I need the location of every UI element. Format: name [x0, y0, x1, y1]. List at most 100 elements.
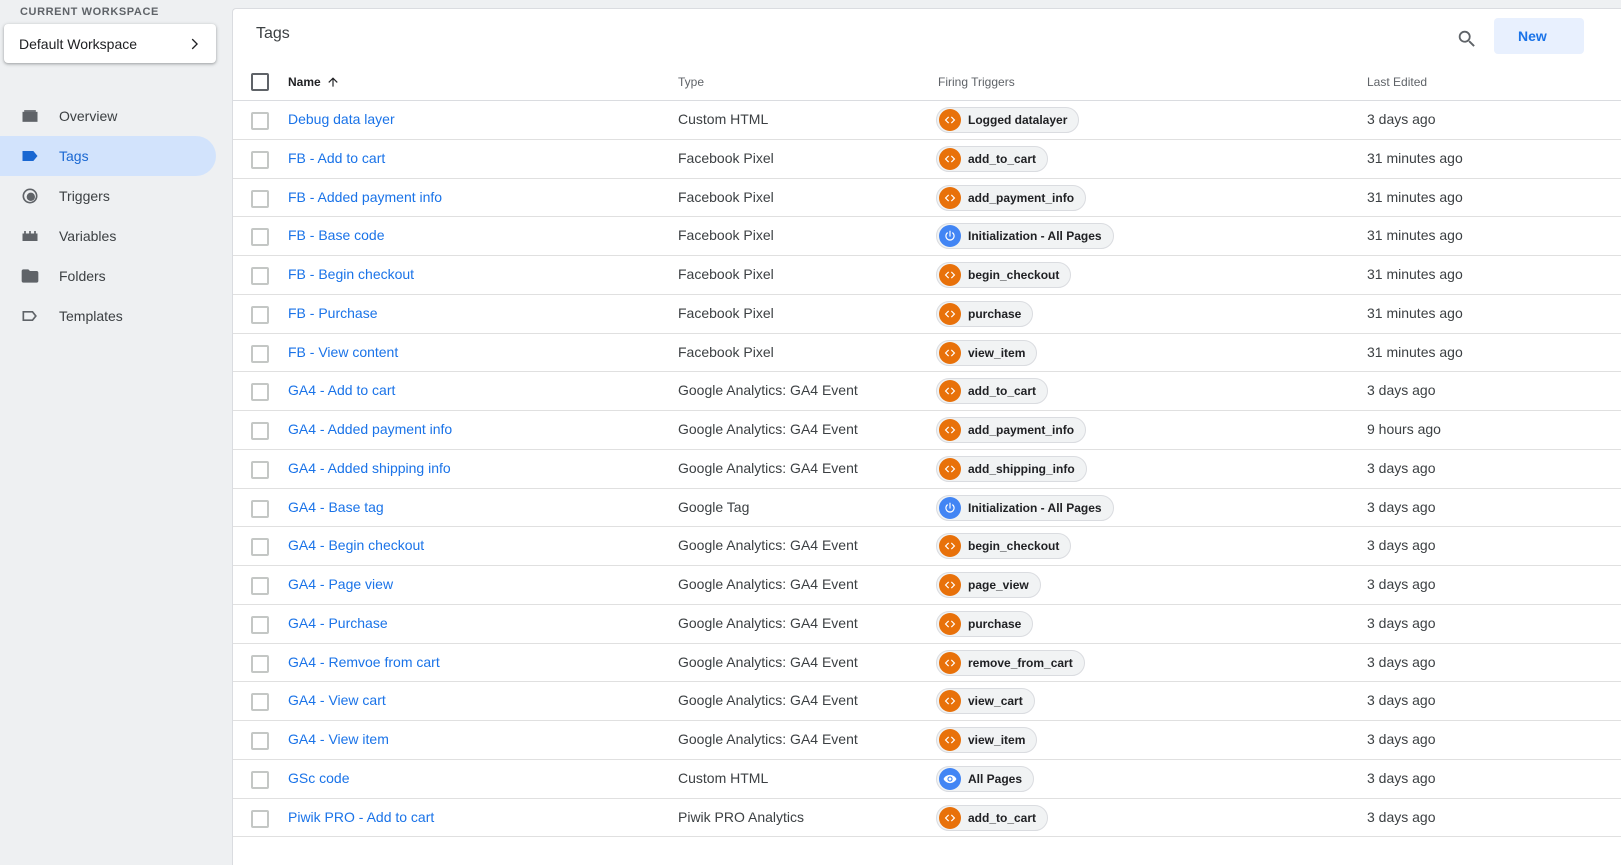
search-button[interactable]	[1451, 23, 1483, 55]
tag-name-link[interactable]: FB - Add to cart	[288, 150, 385, 166]
trigger-chip[interactable]: add_to_cart	[936, 804, 1049, 831]
table-row[interactable]: FB - Added payment info Facebook Pixel add…	[233, 179, 1621, 218]
table-row[interactable]: FB - Add to cart Facebook Pixel add_to_car…	[233, 140, 1621, 179]
tag-name-link[interactable]: GA4 - Begin checkout	[288, 537, 424, 553]
tag-name-link[interactable]: GA4 - Base tag	[288, 499, 384, 515]
table-row[interactable]: FB - View content Facebook Pixel view_item…	[233, 334, 1621, 373]
tag-name-link[interactable]: GA4 - Added payment info	[288, 421, 452, 437]
row-checkbox[interactable]	[251, 809, 269, 828]
trigger-chip[interactable]: All Pages	[936, 765, 1035, 792]
custom-event-icon	[939, 729, 961, 751]
table-row[interactable]: GA4 - Add to cart Google Analytics: GA4 E…	[233, 372, 1621, 411]
tag-name-link[interactable]: GA4 - Page view	[288, 576, 393, 592]
trigger-chip[interactable]: view_cart	[936, 688, 1035, 715]
workspace-selector[interactable]: Default Workspace	[4, 24, 216, 63]
table-row[interactable]: GA4 - View item Google Analytics: GA4 Eve…	[233, 721, 1621, 760]
select-all-checkbox[interactable]	[251, 73, 269, 91]
trigger-chip[interactable]: view_item	[936, 339, 1038, 366]
table-row[interactable]: Debug data layer Custom HTML Logged datala…	[233, 101, 1621, 140]
trigger-chip[interactable]: purchase	[936, 300, 1034, 327]
table-row[interactable]: GA4 - Added shipping info Google Analytic…	[233, 450, 1621, 489]
tag-name-link[interactable]: Piwik PRO - Add to cart	[288, 809, 434, 825]
column-header-type[interactable]: Type	[678, 75, 704, 89]
row-checkbox[interactable]	[251, 189, 269, 208]
row-checkbox[interactable]	[251, 422, 269, 440]
custom-event-icon	[939, 264, 961, 286]
tag-type: Google Analytics: GA4 Event	[678, 382, 858, 399]
tag-name-link[interactable]: FB - Base code	[288, 227, 385, 243]
new-tag-button[interactable]: New	[1494, 18, 1584, 54]
tag-name-link[interactable]: FB - View content	[288, 344, 398, 360]
row-checkbox[interactable]	[251, 267, 269, 285]
row-checkbox[interactable]	[251, 654, 269, 673]
table-row[interactable]: FB - Purchase Facebook Pixel purchase 31 mi…	[233, 295, 1621, 334]
row-checkbox[interactable]	[251, 732, 269, 750]
tag-name-link[interactable]: GA4 - Added shipping info	[288, 460, 451, 476]
table-row[interactable]: GA4 - Begin checkout Google Analytics: GA…	[233, 527, 1621, 566]
table-row[interactable]: GA4 - Page view Google Analytics: GA4 Eve…	[233, 566, 1621, 605]
sidebar-item-folders[interactable]: Folders	[0, 256, 216, 296]
row-checkbox[interactable]	[251, 383, 269, 402]
table-row[interactable]: GSc code Custom HTML All Pages 3 days ago	[233, 760, 1621, 799]
trigger-chip[interactable]: Logged datalayer	[936, 107, 1080, 133]
tag-name-link[interactable]: GA4 - View item	[288, 731, 389, 747]
tag-name-link[interactable]: GA4 - View cart	[288, 692, 386, 708]
trigger-chip[interactable]: remove_from_cart	[936, 649, 1085, 676]
sidebar-item-overview[interactable]: Overview	[0, 96, 216, 136]
trigger-chip[interactable]: Initialization - All Pages	[936, 494, 1114, 521]
sidebar-item-tags[interactable]: Tags	[0, 136, 216, 176]
column-header-name[interactable]: Name	[288, 75, 340, 89]
row-checkbox[interactable]	[251, 305, 269, 324]
row-checkbox[interactable]	[251, 693, 269, 712]
row-checkbox[interactable]	[251, 344, 269, 363]
sidebar-item-templates[interactable]: Templates	[0, 296, 216, 336]
row-checkbox[interactable]	[251, 538, 269, 557]
row-checkbox[interactable]	[251, 615, 269, 634]
table-row[interactable]: GA4 - Remvoe from cart Google Analytics: …	[233, 644, 1621, 683]
row-checkbox[interactable]	[251, 499, 269, 518]
table-row[interactable]: GA4 - Base tag Google Tag Initialization -…	[233, 489, 1621, 528]
last-edited: 31 minutes ago	[1367, 343, 1463, 360]
trigger-chip[interactable]: Initialization - All Pages	[936, 223, 1114, 250]
trigger-chip[interactable]: view_item	[936, 727, 1038, 753]
tag-name-link[interactable]: GA4 - Add to cart	[288, 382, 395, 398]
sidebar-item-triggers[interactable]: Triggers	[0, 176, 216, 216]
trigger-chip[interactable]: add_to_cart	[936, 378, 1049, 405]
row-checkbox[interactable]	[251, 112, 269, 130]
row-checkbox[interactable]	[251, 150, 269, 169]
row-checkbox[interactable]	[251, 577, 269, 595]
trigger-chip[interactable]: add_payment_info	[936, 184, 1087, 211]
tag-name-link[interactable]: GA4 - Remvoe from cart	[288, 654, 440, 670]
table-row[interactable]: Piwik PRO - Add to cart Piwik PRO Analyti…	[233, 799, 1621, 838]
row-checkbox[interactable]	[251, 460, 269, 479]
custom-event-icon	[939, 535, 961, 558]
custom-event-icon	[939, 457, 961, 480]
row-checkbox[interactable]	[251, 770, 269, 789]
table-row[interactable]: GA4 - View cart Google Analytics: GA4 Eve…	[233, 682, 1621, 721]
trigger-chip[interactable]: purchase	[936, 610, 1034, 637]
trigger-chip[interactable]: add_to_cart	[936, 145, 1049, 172]
trigger-chip[interactable]: page_view	[936, 572, 1041, 598]
tag-name-link[interactable]: GA4 - Purchase	[288, 615, 388, 631]
trigger-chip[interactable]: begin_checkout	[936, 533, 1072, 560]
tag-name-link[interactable]: FB - Purchase	[288, 305, 377, 321]
trigger-chip[interactable]: add_payment_info	[936, 417, 1087, 443]
eye-icon	[939, 767, 961, 790]
workspace-label: CURRENT WORKSPACE	[20, 6, 159, 18]
tag-name-link[interactable]: GSc code	[288, 770, 349, 786]
table-row[interactable]: FB - Begin checkout Facebook Pixel begin_c…	[233, 256, 1621, 295]
table-row[interactable]: FB - Base code Facebook Pixel Initializati…	[233, 217, 1621, 256]
trigger-chip[interactable]: add_shipping_info	[936, 455, 1087, 482]
tag-type: Facebook Pixel	[678, 149, 774, 166]
table-row[interactable]: GA4 - Purchase Google Analytics: GA4 Even…	[233, 605, 1621, 644]
tag-name-link[interactable]: FB - Added payment info	[288, 189, 442, 205]
tag-name-link[interactable]: FB - Begin checkout	[288, 266, 414, 282]
table-row[interactable]: GA4 - Added payment info Google Analytics…	[233, 411, 1621, 450]
sidebar-item-label: Overview	[59, 108, 118, 124]
column-header-last-edited[interactable]: Last Edited	[1367, 75, 1427, 89]
column-header-triggers[interactable]: Firing Triggers	[938, 75, 1015, 89]
row-checkbox[interactable]	[251, 228, 269, 247]
trigger-chip[interactable]: begin_checkout	[936, 262, 1072, 288]
sidebar-item-variables[interactable]: Variables	[0, 216, 216, 256]
tag-name-link[interactable]: Debug data layer	[288, 111, 395, 127]
